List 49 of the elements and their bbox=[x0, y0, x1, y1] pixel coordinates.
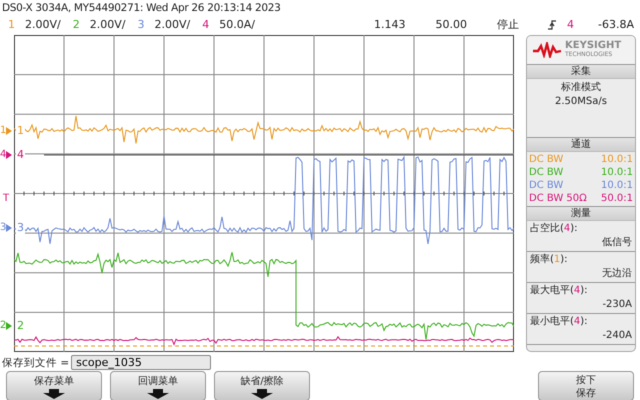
brand-name: KEYSIGHT bbox=[565, 41, 622, 50]
channel-number: 3 bbox=[137, 18, 144, 31]
softkey-button[interactable]: 回调菜单 bbox=[110, 371, 206, 400]
acquisition-mode: 标准模式 bbox=[561, 81, 601, 95]
measurement-value: 低信号 bbox=[602, 236, 632, 250]
trigger-marker[interactable]: T bbox=[3, 193, 10, 205]
down-arrow-icon bbox=[146, 389, 170, 399]
time-delay: 1.143 bbox=[374, 18, 406, 31]
channel-coupling: DC BW 50Ω bbox=[529, 192, 587, 205]
section-header: 测量 bbox=[527, 206, 635, 221]
save-file-label: 保存到文件 = bbox=[2, 356, 70, 370]
section-header: 通道 bbox=[527, 137, 635, 152]
softkey-button[interactable]: 按下 保存 bbox=[538, 371, 634, 400]
measurement-label: 频率(1): bbox=[530, 253, 569, 267]
channel-scale: 2.00V/ bbox=[25, 18, 61, 31]
trigger-source: 4 bbox=[567, 18, 574, 31]
run-state: 停止 bbox=[497, 17, 519, 32]
channel-scale: 2.00V/ bbox=[90, 18, 126, 31]
probe-ratio: 10.0:1 bbox=[601, 153, 633, 166]
down-arrow-icon bbox=[42, 389, 66, 399]
softkey-button[interactable]: 缺省/擦除 bbox=[214, 371, 310, 400]
file-name-field[interactable]: scope_1035 bbox=[71, 355, 212, 370]
trigger-edge-icon bbox=[547, 18, 557, 30]
wave-logo-icon bbox=[532, 42, 562, 58]
measurement-value: 无边沿 bbox=[602, 267, 632, 281]
trace-label: 3 bbox=[16, 221, 25, 235]
measurement-value: -240A bbox=[602, 329, 632, 343]
channel-coupling: DC BW bbox=[529, 153, 564, 166]
probe-ratio: 50.0:1 bbox=[601, 192, 633, 205]
channel-number: 2 bbox=[72, 18, 80, 31]
channel-scale: 50.0A/ bbox=[219, 18, 255, 31]
measurement-label: 最大电平(4): bbox=[530, 284, 589, 298]
measurement-label: 最小电平(4): bbox=[530, 315, 589, 329]
down-arrow-icon bbox=[250, 389, 274, 399]
section-header: 采集 bbox=[527, 64, 635, 79]
channel-coupling: DC BW bbox=[529, 179, 564, 192]
measurement-label: 占空比(4): bbox=[530, 222, 579, 236]
time-scale: 50.00 bbox=[436, 18, 467, 31]
sample-rate: 2.50MSa/s bbox=[555, 95, 607, 109]
probe-ratio: 10.0:1 bbox=[601, 166, 633, 179]
instrument-title: DS0-X 3034A, MY54490271: Wed Apr 26 20:13:14 2023 bbox=[1, 1, 282, 16]
measurement-value: -230A bbox=[602, 298, 632, 312]
channel-number: 4 bbox=[202, 18, 210, 31]
softkey-button[interactable]: 保存菜单 bbox=[6, 371, 102, 400]
channel-scale: 2.00V/ bbox=[154, 18, 190, 31]
probe-ratio: 10.0:1 bbox=[601, 179, 633, 192]
channel-coupling: DC BW bbox=[529, 166, 564, 179]
trigger-level: -63.8A bbox=[598, 18, 634, 31]
channel-number: 1 bbox=[8, 18, 15, 31]
